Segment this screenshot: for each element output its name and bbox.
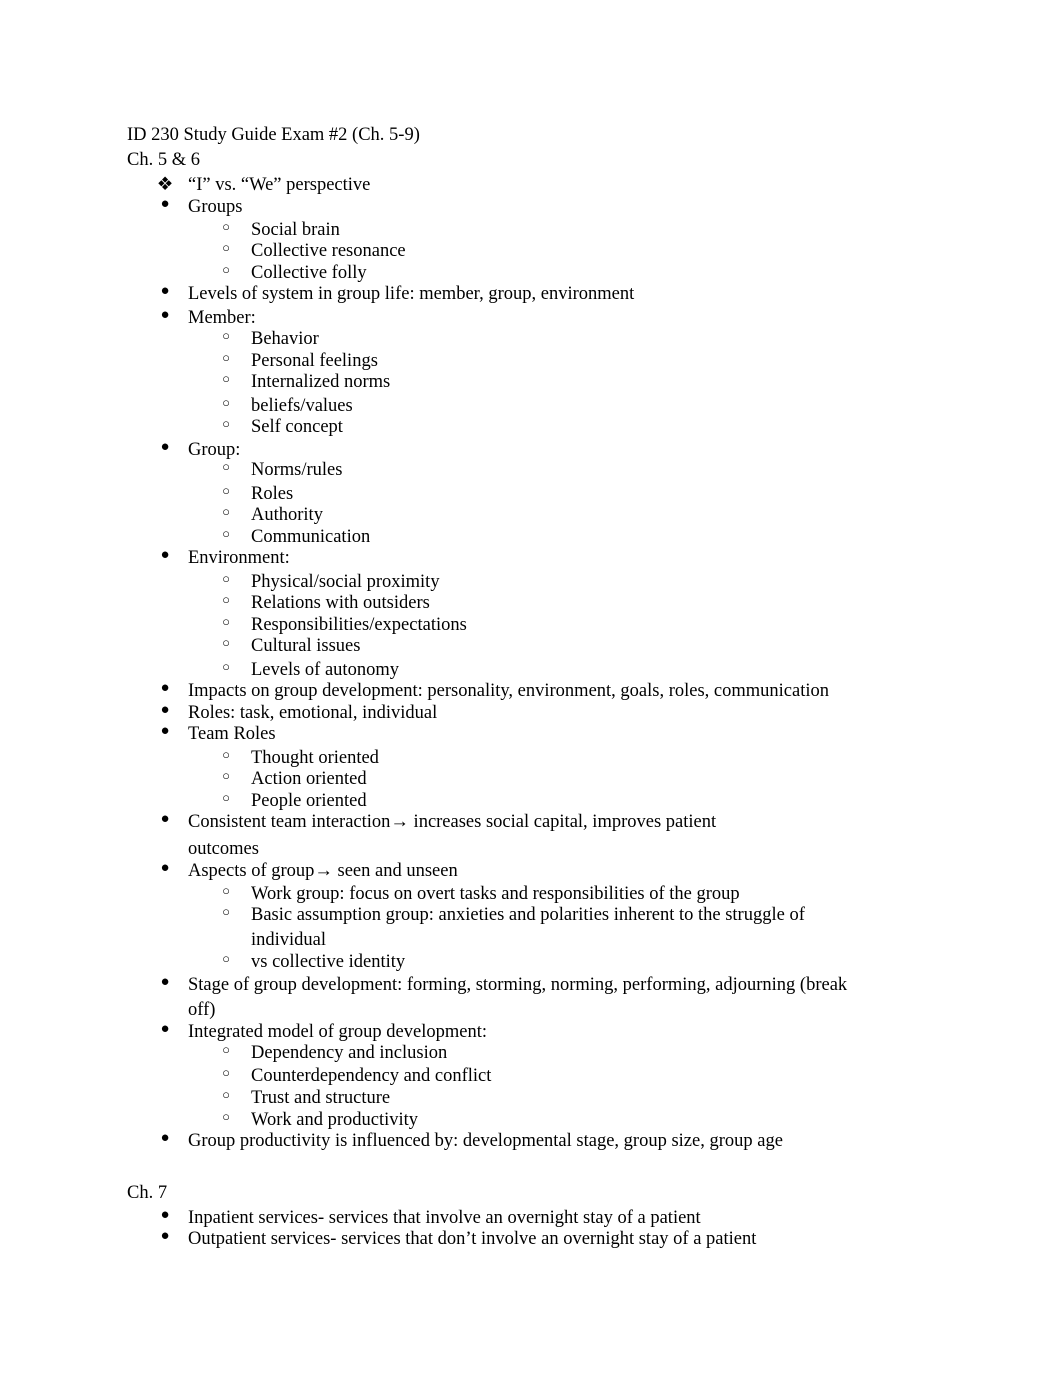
circle-bullet-icon: ○ <box>222 1042 230 1057</box>
section-heading: Ch. 5 & 6 <box>127 150 200 170</box>
circle-bullet-icon: ○ <box>222 262 230 277</box>
circle-bullet-icon: ○ <box>222 614 230 629</box>
list-item: Member: <box>188 308 256 328</box>
circle-bullet-icon: ○ <box>222 571 230 586</box>
circle-bullet-icon: ○ <box>222 350 230 365</box>
bullet-icon: ● <box>160 196 170 212</box>
document-title: ID 230 Study Guide Exam #2 (Ch. 5-9) <box>127 125 420 145</box>
sub-list-item: Trust and structure <box>251 1088 391 1108</box>
circle-bullet-icon: ○ <box>222 790 230 805</box>
circle-bullet-icon: ○ <box>222 483 230 498</box>
list-item: Group productivity is influenced by: dev… <box>188 1131 783 1151</box>
circle-bullet-icon: ○ <box>222 328 230 343</box>
bullet-icon: ● <box>160 680 170 696</box>
list-item-continuation: off) <box>188 1000 216 1020</box>
sub-list-item: People oriented <box>251 791 367 811</box>
list-item: Environment: <box>188 548 290 568</box>
sub-list-item: Physical/social proximity <box>251 572 440 592</box>
circle-bullet-icon: ○ <box>222 635 230 650</box>
circle-bullet-icon: ○ <box>222 504 230 519</box>
circle-bullet-icon: ○ <box>222 592 230 607</box>
list-item: Integrated model of group development: <box>188 1022 487 1042</box>
list-item: Impacts on group development: personalit… <box>188 681 830 701</box>
bullet-icon: ● <box>160 702 170 718</box>
sub-list-item: Behavior <box>251 329 319 349</box>
circle-bullet-icon: ○ <box>222 747 230 762</box>
list-item: Aspects of group→ seen and unseen <box>188 861 458 881</box>
sub-list-item: Work group: focus on overt tasks and res… <box>251 884 740 904</box>
sub-list-item: Self concept <box>251 417 343 437</box>
list-item: Inpatient services- services that involv… <box>188 1208 701 1228</box>
sub-list-item: Thought oriented <box>251 748 379 768</box>
sub-list-item: Social brain <box>251 220 340 240</box>
list-item: Groups <box>188 197 243 217</box>
list-item: Roles: task, emotional, individual <box>188 703 438 723</box>
list-item-continuation: outcomes <box>188 839 259 859</box>
sub-list-item: Communication <box>251 527 371 547</box>
circle-bullet-icon: ○ <box>222 416 230 431</box>
sub-list-item: vs collective identity <box>251 952 406 972</box>
sub-list-item: Roles <box>251 484 294 504</box>
circle-bullet-icon: ○ <box>222 883 230 898</box>
sub-list-item: Counterdependency and conflict <box>251 1066 492 1086</box>
sub-list-item: Work and productivity <box>251 1110 419 1130</box>
circle-bullet-icon: ○ <box>222 659 230 674</box>
sub-list-item: Norms/rules <box>251 460 343 480</box>
circle-bullet-icon: ○ <box>222 1109 230 1124</box>
list-item: Team Roles <box>188 724 276 744</box>
list-item: “I” vs. “We” perspective <box>188 175 371 195</box>
sub-list-item: Collective resonance <box>251 241 406 261</box>
circle-bullet-icon: ○ <box>222 1087 230 1102</box>
bullet-icon: ● <box>160 439 170 455</box>
circle-bullet-icon: ○ <box>222 1065 230 1080</box>
sub-list-item-continuation: individual <box>251 930 327 950</box>
bullet-icon: ● <box>160 860 170 876</box>
circle-bullet-icon: ○ <box>222 240 230 255</box>
bullet-icon: ● <box>160 547 170 563</box>
bullet-icon: ● <box>160 1130 170 1146</box>
sub-list-item: Authority <box>251 505 323 525</box>
circle-bullet-icon: ○ <box>222 768 230 783</box>
sub-list-item: Collective folly <box>251 263 367 283</box>
sub-list-item: Internalized norms <box>251 372 391 392</box>
sub-list-item: Relations with outsiders <box>251 593 430 613</box>
diamond-bullet-icon: ❖ <box>156 175 174 195</box>
bullet-icon: ● <box>160 1228 170 1244</box>
bullet-icon: ● <box>160 974 170 990</box>
sub-list-item: Cultural issues <box>251 636 361 656</box>
bullet-icon: ● <box>160 1207 170 1223</box>
circle-bullet-icon: ○ <box>222 395 230 410</box>
list-item: Consistent team interaction→ increases s… <box>188 812 717 832</box>
sub-list-item: beliefs/values <box>251 396 353 416</box>
section-heading: Ch. 7 <box>127 1183 168 1203</box>
circle-bullet-icon: ○ <box>222 219 230 234</box>
sub-list-item: Action oriented <box>251 769 367 789</box>
circle-bullet-icon: ○ <box>222 459 230 474</box>
bullet-icon: ● <box>160 723 170 739</box>
list-item: Stage of group development: forming, sto… <box>188 975 848 995</box>
list-item: Outpatient services- services that don’t… <box>188 1229 757 1249</box>
sub-list-item: Levels of autonomy <box>251 660 399 680</box>
list-item: Levels of system in group life: member, … <box>188 284 635 304</box>
circle-bullet-icon: ○ <box>222 371 230 386</box>
sub-list-item: Responsibilities/expectations <box>251 615 467 635</box>
circle-bullet-icon: ○ <box>222 526 230 541</box>
sub-list-item: Dependency and inclusion <box>251 1043 448 1063</box>
list-item: Group: <box>188 440 241 460</box>
bullet-icon: ● <box>160 811 170 827</box>
bullet-icon: ● <box>160 283 170 299</box>
sub-list-item: Personal feelings <box>251 351 378 371</box>
bullet-icon: ● <box>160 1021 170 1037</box>
bullet-icon: ● <box>160 307 170 323</box>
circle-bullet-icon: ○ <box>222 951 230 966</box>
sub-list-item: Basic assumption group: anxieties and po… <box>251 905 805 925</box>
circle-bullet-icon: ○ <box>222 904 230 919</box>
